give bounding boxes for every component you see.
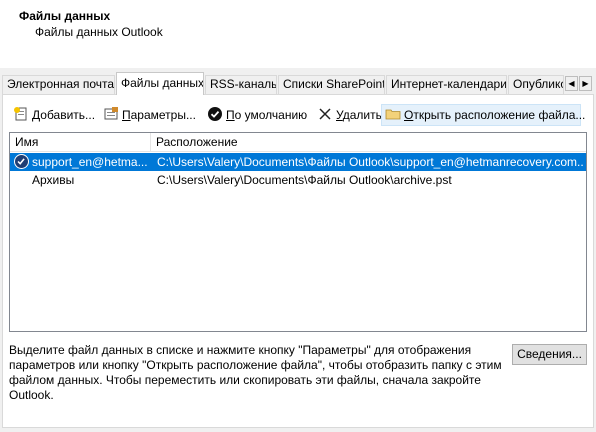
dialog-header: Файлы данных Файлы данных Outlook bbox=[0, 0, 596, 68]
data-files-panel: Добавить... Параметры... По умолчанию Уд… bbox=[2, 94, 594, 428]
open-file-location-button[interactable]: Открыть расположение файла... bbox=[381, 104, 585, 126]
check-circle-icon bbox=[208, 107, 222, 121]
tab-sharepoint-lists[interactable]: Списки SharePoint bbox=[278, 75, 385, 94]
column-header-location[interactable]: Расположение bbox=[151, 133, 586, 152]
file-name: support_en@hetma... bbox=[32, 155, 148, 169]
list-item[interactable]: Архивы C:\Users\Valery\Documents\Файлы O… bbox=[10, 171, 586, 189]
add-button[interactable]: Добавить... bbox=[9, 104, 99, 126]
tab-data-files[interactable]: Файлы данных bbox=[116, 72, 204, 95]
column-header-name[interactable]: Имя bbox=[10, 133, 151, 152]
header-title: Файлы данных bbox=[19, 9, 111, 23]
tab-rss-feeds[interactable]: RSS-каналы bbox=[205, 75, 277, 94]
tab-email[interactable]: Электронная почта bbox=[2, 75, 115, 94]
data-files-list[interactable]: Имя Расположение support_en@hetma... C:\… bbox=[9, 132, 587, 332]
new-file-icon bbox=[14, 107, 27, 121]
details-button[interactable]: Сведения... bbox=[512, 344, 587, 365]
settings-button[interactable]: Параметры... bbox=[99, 104, 200, 126]
folder-icon bbox=[385, 109, 401, 120]
delete-button[interactable]: Удалить bbox=[313, 104, 386, 126]
help-description: Выделите файл данных в списке и нажмите … bbox=[9, 343, 502, 402]
toolbar: Добавить... Параметры... По умолчанию Уд… bbox=[9, 104, 589, 126]
set-default-button[interactable]: По умолчанию bbox=[203, 104, 311, 126]
header-subtitle: Файлы данных Outlook bbox=[35, 25, 163, 39]
list-item[interactable]: support_en@hetma... C:\Users\Valery\Docu… bbox=[10, 153, 586, 171]
tab-scroll-right-icon[interactable]: ▶ bbox=[579, 76, 592, 91]
tab-strip: Электронная почта Файлы данных RSS-канал… bbox=[0, 72, 596, 95]
tab-published-calendars[interactable]: Опублико bbox=[508, 75, 564, 94]
file-location: C:\Users\Valery\Documents\Файлы Outlook\… bbox=[157, 173, 452, 187]
settings-icon bbox=[104, 107, 118, 120]
list-header: Имя Расположение bbox=[10, 133, 586, 152]
tab-scroll-left-icon[interactable]: ◀ bbox=[565, 76, 578, 91]
file-location: C:\Users\Valery\Documents\Файлы Outlook\… bbox=[157, 155, 583, 169]
tab-internet-calendars[interactable]: Интернет-календари bbox=[386, 75, 507, 94]
account-settings-dialog: Электронная почта Файлы данных RSS-канал… bbox=[0, 68, 596, 432]
default-check-icon bbox=[14, 154, 29, 169]
delete-x-icon bbox=[319, 108, 331, 120]
file-name: Архивы bbox=[32, 173, 75, 187]
